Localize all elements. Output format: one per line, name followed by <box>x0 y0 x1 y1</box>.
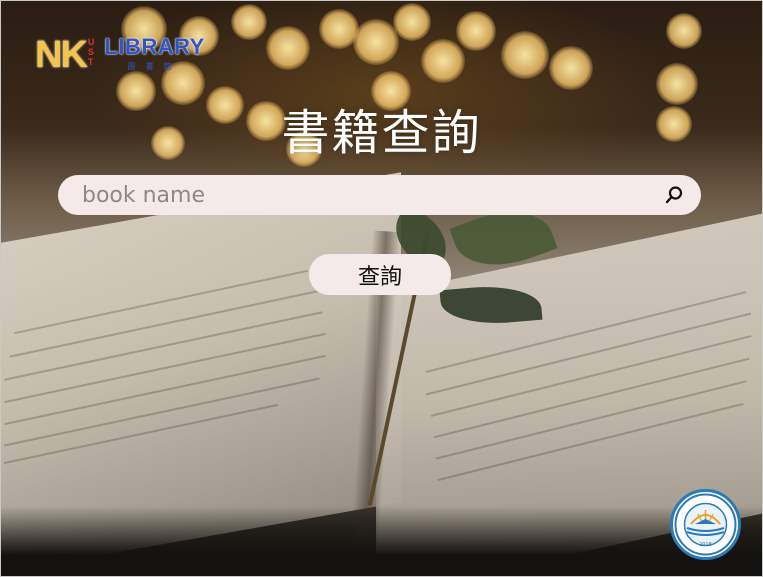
logo-library-text: LIBRARY <box>104 34 205 59</box>
logo-ust: U S T <box>87 37 95 67</box>
search-input[interactable] <box>82 182 663 208</box>
page-title: 書籍查詢 <box>281 105 482 161</box>
library-logo[interactable]: NK U S T LIBRARY 圖書館 <box>35 34 205 76</box>
university-seal: 2018 <box>670 489 741 560</box>
search-submit-button[interactable]: 查詢 <box>309 254 451 295</box>
search-icon[interactable] <box>663 184 685 206</box>
seal-year: 2018 <box>699 542 712 548</box>
logo-nk: NK <box>35 34 88 76</box>
search-bar <box>58 175 701 215</box>
page-frame: NK U S T LIBRARY 圖書館 書籍查詢 查詢 <box>0 0 763 577</box>
logo-library-subtitle: 圖書館 <box>127 62 182 71</box>
